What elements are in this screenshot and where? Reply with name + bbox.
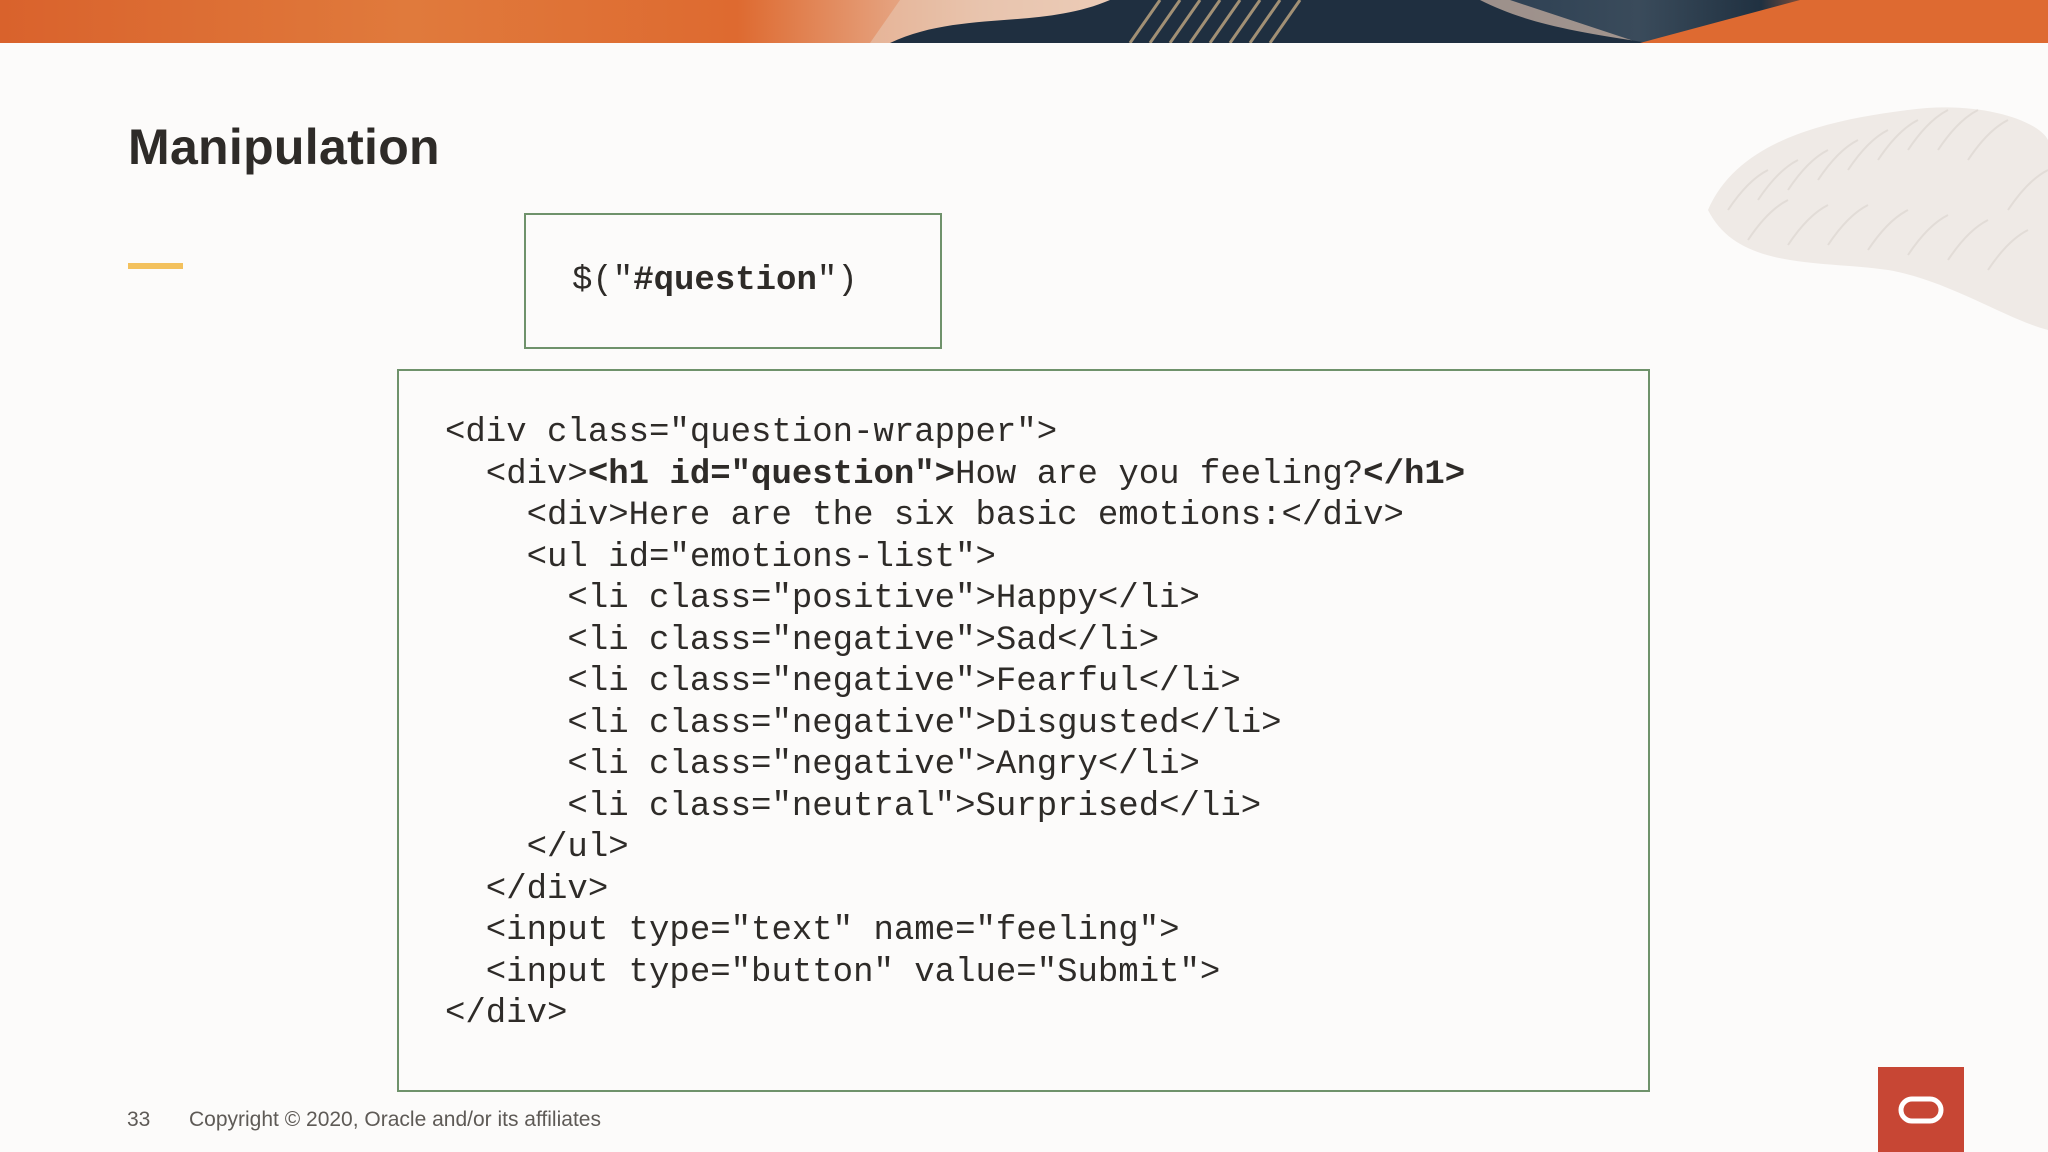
html-code-box: <div class="question-wrapper"> <div><h1 … <box>397 369 1650 1092</box>
code-line: <input type="text" name="feeling"> <box>445 911 1648 953</box>
code-line: </div> <box>445 994 1648 1036</box>
copyright-text: Copyright © 2020, Oracle and/or its affi… <box>189 1108 601 1131</box>
selector-id: #question <box>633 262 817 300</box>
accent-bar <box>128 263 183 269</box>
selector-code-box: $(" #question ") <box>524 213 942 349</box>
code-token: <li class="negative">Sad</li> <box>445 621 1160 660</box>
code-line: <ul id="emotions-list"> <box>445 538 1648 580</box>
code-token: <h1 id="question"> <box>587 455 956 494</box>
code-token: <input type="button" value="Submit"> <box>445 953 1221 992</box>
code-token: <ul id="emotions-list"> <box>445 538 996 577</box>
selector-prefix: $(" <box>572 262 634 300</box>
code-line: <input type="button" value="Submit"> <box>445 953 1648 995</box>
code-token: <li class="positive">Happy</li> <box>445 580 1200 618</box>
code-line: <li class="negative">Angry</li> <box>445 745 1648 787</box>
decorative-leaf-pattern <box>1708 107 2048 330</box>
code-token: <div class="question-wrapper"> <box>445 414 1058 452</box>
code-token: <div> <box>445 455 588 494</box>
html-code-listing: <div class="question-wrapper"> <div><h1 … <box>445 413 1648 1036</box>
code-line: <div class="question-wrapper"> <box>445 413 1648 455</box>
code-line: <li class="positive">Happy</li> <box>445 579 1648 621</box>
selector-suffix: ") <box>816 262 858 300</box>
code-token: </div> <box>445 870 609 909</box>
code-line: </ul> <box>445 828 1648 870</box>
code-line: <li class="neutral">Surprised</li> <box>445 787 1648 829</box>
code-line: <li class="negative">Disgusted</li> <box>445 704 1648 746</box>
code-line: </div> <box>445 870 1648 912</box>
decorative-banner <box>0 0 2048 43</box>
code-token: </ul> <box>445 829 629 867</box>
oracle-logo-icon <box>1878 1067 1964 1152</box>
page-number: 33 <box>127 1108 151 1131</box>
code-token: <div>Here are the six basic emotions:</d… <box>445 497 1404 535</box>
code-token: </h1> <box>1363 455 1466 494</box>
code-token: <li class="negative">Fearful</li> <box>445 663 1241 701</box>
code-token: <input type="text" name="feeling"> <box>445 912 1180 950</box>
code-line: <div>Here are the six basic emotions:</d… <box>445 496 1648 538</box>
code-token: <li class="negative">Disgusted</li> <box>445 704 1282 743</box>
slide-title: Manipulation <box>128 119 440 175</box>
code-token: <li class="neutral">Surprised</li> <box>445 787 1262 826</box>
code-token: <li class="negative">Angry</li> <box>445 746 1200 784</box>
code-line: <div><h1 id="question">How are you feeli… <box>445 455 1648 497</box>
code-line: <li class="negative">Fearful</li> <box>445 662 1648 704</box>
code-line: <li class="negative">Sad</li> <box>445 621 1648 663</box>
code-token: </div> <box>445 995 568 1033</box>
code-token: How are you feeling? <box>955 455 1364 494</box>
